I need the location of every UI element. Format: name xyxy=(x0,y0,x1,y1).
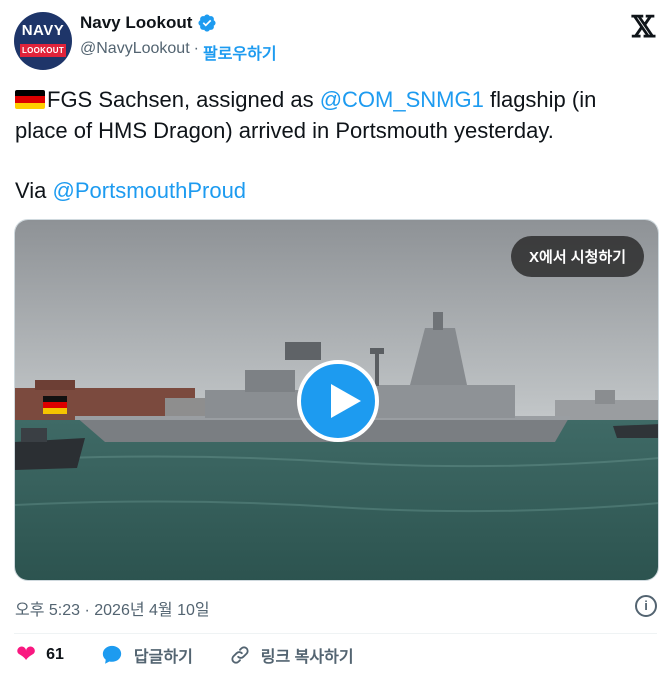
video-player[interactable]: X에서 시청하기 xyxy=(14,219,659,581)
germany-flag-icon xyxy=(15,90,45,109)
separator-dot: · xyxy=(193,40,199,57)
heart-icon: ❤ xyxy=(16,641,37,668)
author-handle[interactable]: @NavyLookout xyxy=(80,40,190,64)
tweet-text: FGS Sachsen, assigned as @COM_SNMG1 flag… xyxy=(15,84,655,146)
avatar[interactable]: NAVY LOOKOUT xyxy=(14,12,72,70)
mention-com-snmg1[interactable]: @COM_SNMG1 xyxy=(320,87,484,112)
like-count: 61 xyxy=(46,646,64,663)
copy-link-button[interactable]: 링크 복사하기 xyxy=(229,643,354,667)
copy-link-label: 링크 복사하기 xyxy=(260,649,354,666)
divider xyxy=(14,633,657,634)
mention-portsmouthproud[interactable]: @PortsmouthProud xyxy=(53,178,247,203)
verified-badge-icon xyxy=(198,14,216,32)
action-bar: ❤ 61 답글하기 링크 복사하기 xyxy=(16,643,390,667)
follow-button[interactable]: 팔로우하기 xyxy=(203,40,277,64)
author-name-row: Navy Lookout xyxy=(80,13,217,33)
like-button[interactable]: ❤ 61 xyxy=(16,643,64,667)
link-icon xyxy=(231,646,249,664)
x-logo-icon[interactable]: 𝕏 xyxy=(632,10,655,45)
avatar-text-bottom: LOOKOUT xyxy=(20,44,66,57)
tweet-via-line: Via @PortsmouthProud xyxy=(15,175,246,206)
info-icon[interactable]: i xyxy=(635,595,657,617)
avatar-text-top: NAVY xyxy=(21,22,65,39)
tweet-timestamp[interactable]: 오후 5:23 · 2026년 4월 10일 xyxy=(15,596,210,620)
author-display-name[interactable]: Navy Lookout xyxy=(80,13,192,33)
via-label: Via xyxy=(15,178,53,203)
author-handle-row: @NavyLookout · 팔로우하기 xyxy=(80,40,277,64)
reply-label: 답글하기 xyxy=(133,649,193,666)
tweet-text-before: FGS Sachsen, assigned as xyxy=(47,87,320,112)
play-button-icon[interactable] xyxy=(297,360,379,442)
reply-button[interactable]: 답글하기 xyxy=(100,643,193,667)
watch-on-x-button[interactable]: X에서 시청하기 xyxy=(511,236,644,277)
reply-bubble-icon xyxy=(102,645,122,664)
